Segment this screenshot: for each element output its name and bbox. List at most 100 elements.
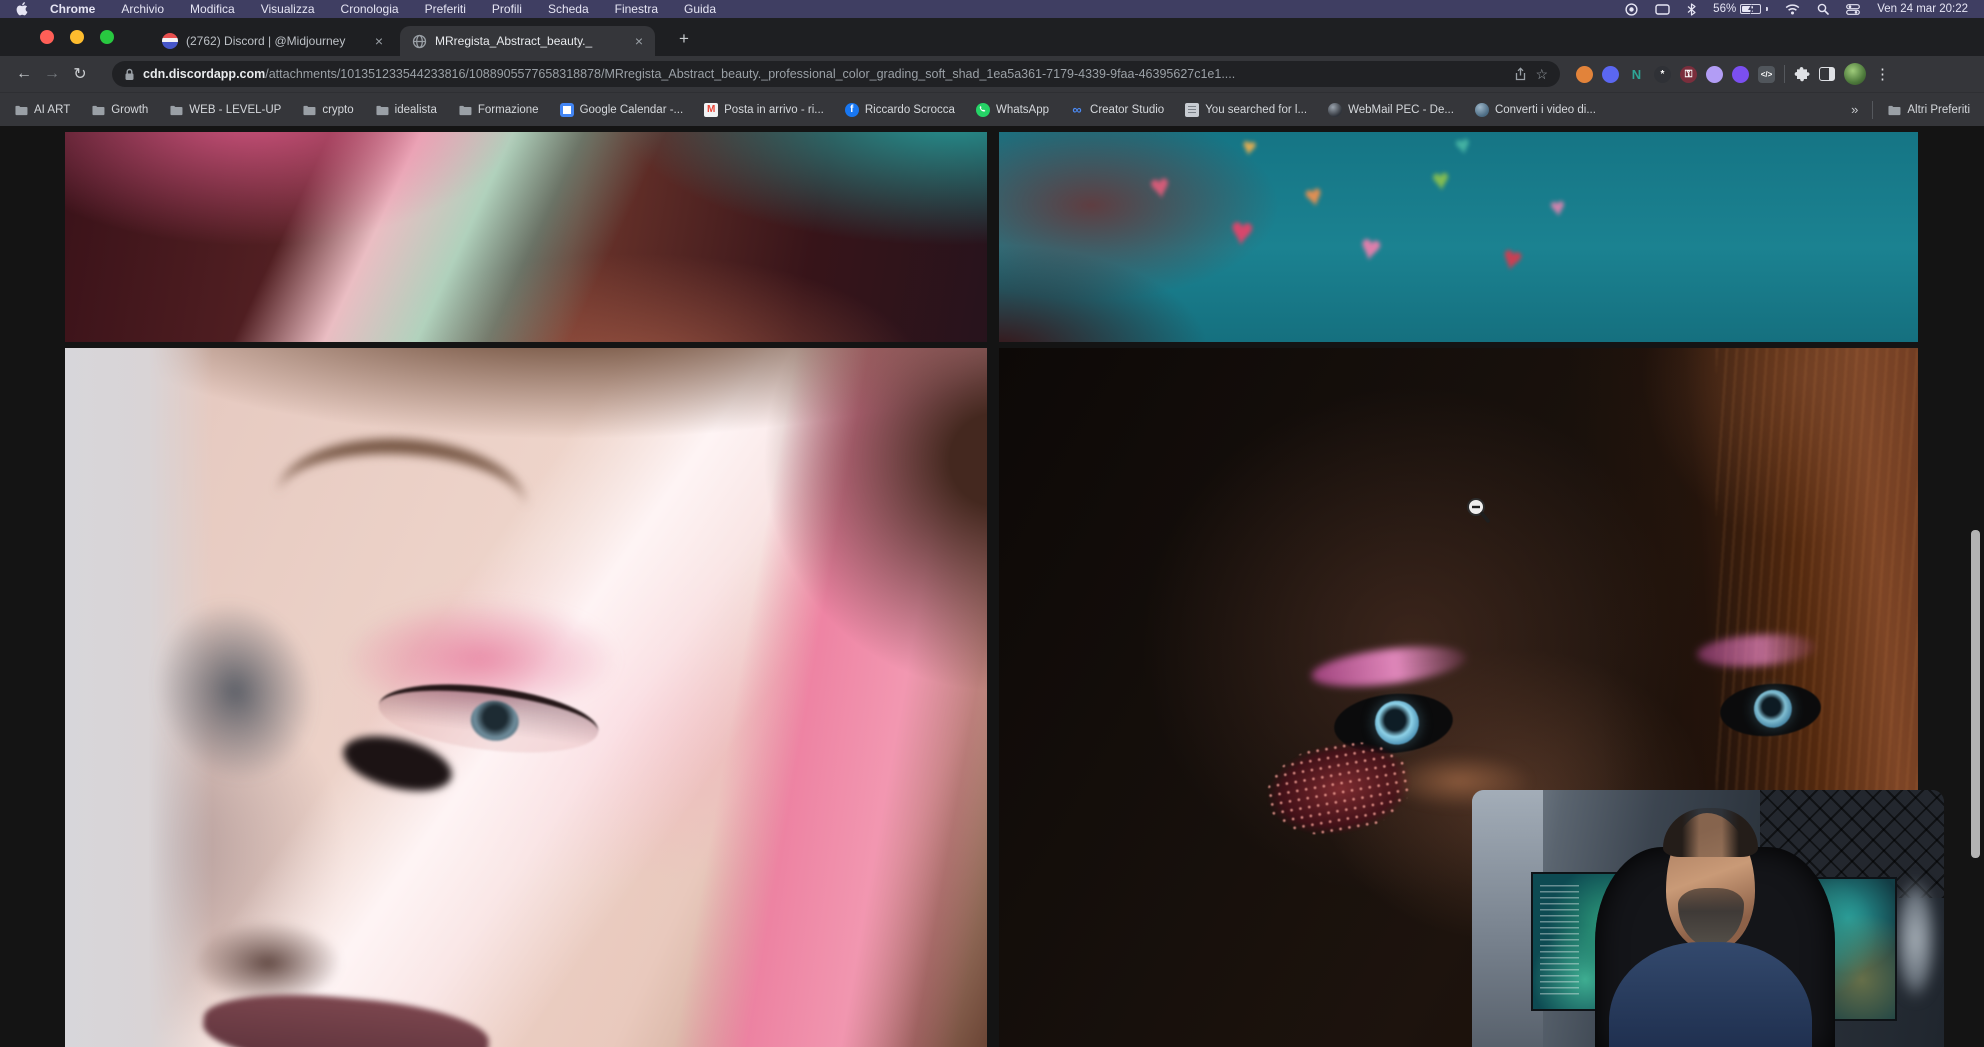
menu-modifica[interactable]: Modifica — [190, 2, 235, 16]
extension-icon-indigo[interactable] — [1602, 66, 1619, 83]
bookmark-video-converter[interactable]: Converti i video di... — [1475, 103, 1596, 117]
menu-guida[interactable]: Guida — [684, 2, 716, 16]
extension-icon-key[interactable]: ⚿ — [1680, 66, 1697, 83]
folder-icon — [14, 104, 28, 116]
close-window-button[interactable] — [40, 30, 54, 44]
url-domain: cdn.discordapp.com — [143, 67, 265, 81]
close-tab-icon[interactable] — [635, 34, 643, 48]
bookmarks-right-group: Altri Preferiti — [1851, 101, 1970, 119]
tab-discord[interactable]: (2762) Discord | @Midjourney — [150, 26, 395, 56]
url-text: cdn.discordapp.com/attachments/101351233… — [143, 67, 1506, 81]
screen-record-icon[interactable] — [1625, 3, 1638, 16]
spotlight-search-icon[interactable] — [1817, 3, 1829, 15]
new-tab-button[interactable] — [672, 27, 696, 51]
side-panel-icon[interactable] — [1819, 67, 1835, 81]
profile-avatar[interactable] — [1844, 63, 1866, 85]
menu-profili[interactable]: Profili — [492, 2, 522, 16]
folder-icon — [375, 104, 389, 116]
bookmark-folder-crypto[interactable]: crypto — [302, 104, 353, 116]
tab-title: MRregista_Abstract_beauty._ — [435, 34, 627, 48]
bookmark-webmail-pec[interactable]: WebMail PEC - De... — [1328, 103, 1454, 117]
webcam-background-light — [1894, 877, 1936, 1000]
other-bookmarks-folder[interactable]: Altri Preferiti — [1887, 104, 1970, 116]
back-button[interactable] — [10, 60, 38, 88]
heart-bokeh-icon — [1431, 165, 1451, 196]
bookmark-label: Riccardo Scrocca — [865, 104, 955, 116]
portrait-iris — [1373, 699, 1421, 747]
meta-infinity-icon: ∞ — [1070, 103, 1084, 117]
apple-menu-icon[interactable] — [16, 2, 28, 16]
bookmark-google-calendar[interactable]: Google Calendar -... — [560, 103, 684, 117]
bookmark-label: AI ART — [34, 104, 70, 116]
bookmarks-divider — [1872, 101, 1873, 119]
display-icon[interactable] — [1655, 4, 1670, 15]
bookmark-label: Formazione — [478, 104, 539, 116]
heart-bokeh-icon — [1498, 240, 1526, 278]
portrait-eye-shadow-left — [133, 580, 338, 801]
webmail-icon — [1328, 103, 1342, 117]
extension-icon-orange[interactable] — [1576, 66, 1593, 83]
menu-archivio[interactable]: Archivio — [121, 2, 164, 16]
control-center-icon[interactable] — [1846, 4, 1860, 15]
bookmark-search-result[interactable]: You searched for l... — [1185, 103, 1307, 117]
bookmark-folder-ai-art[interactable]: AI ART — [14, 104, 70, 116]
fullscreen-window-button[interactable] — [100, 30, 114, 44]
share-icon[interactable] — [1514, 67, 1527, 81]
gmail-icon: M — [704, 103, 718, 117]
bookmark-creator-studio[interactable]: ∞ Creator Studio — [1070, 103, 1164, 117]
bookmark-label: You searched for l... — [1205, 104, 1307, 116]
bookmark-label: WebMail PEC - De... — [1348, 104, 1454, 116]
extension-icon-violet[interactable] — [1732, 66, 1749, 83]
portrait-iris — [469, 698, 522, 744]
wifi-icon[interactable] — [1785, 4, 1800, 15]
heart-bokeh-icon — [1240, 135, 1257, 161]
kebab-menu-icon[interactable] — [1875, 65, 1890, 83]
bluetooth-icon[interactable] — [1687, 3, 1696, 16]
bookmark-facebook-profile[interactable]: f Riccardo Scrocca — [845, 103, 955, 117]
address-bar[interactable]: cdn.discordapp.com/attachments/101351233… — [112, 61, 1560, 87]
menu-cronologia[interactable]: Cronologia — [341, 2, 399, 16]
menu-scheda[interactable]: Scheda — [548, 2, 589, 16]
bookmark-label: WhatsApp — [996, 104, 1049, 116]
bookmark-folder-web-level-up[interactable]: WEB - LEVEL-UP — [169, 104, 281, 116]
menu-visualizza[interactable]: Visualizza — [261, 2, 315, 16]
menu-preferiti[interactable]: Preferiti — [425, 2, 466, 16]
puzzle-extensions-icon[interactable] — [1794, 66, 1810, 82]
bookmark-folder-growth[interactable]: Growth — [91, 104, 148, 116]
menu-chrome[interactable]: Chrome — [50, 2, 95, 16]
tab-image-active[interactable]: MRregista_Abstract_beauty._ — [400, 26, 655, 56]
discord-favicon-icon — [162, 33, 178, 49]
folder-icon — [169, 104, 183, 116]
menu-finestra[interactable]: Finestra — [615, 2, 658, 16]
image-quadrant-top-left[interactable] — [65, 132, 987, 342]
extension-icon-n[interactable]: N — [1628, 66, 1645, 83]
extension-icon-code[interactable]: </> — [1758, 66, 1775, 83]
portrait-magenta-eyeshadow-left — [1310, 639, 1469, 693]
bookmark-gmail-inbox[interactable]: M Posta in arrivo - ri... — [704, 103, 824, 117]
extension-icon-lavender[interactable] — [1706, 66, 1723, 83]
bookmark-whatsapp[interactable]: WhatsApp — [976, 103, 1049, 117]
vertical-scrollbar-thumb[interactable] — [1971, 530, 1980, 858]
extension-icon-dark[interactable]: * — [1654, 66, 1671, 83]
minimize-window-button[interactable] — [70, 30, 84, 44]
bookmarks-overflow-chevron[interactable] — [1851, 102, 1858, 117]
bookmark-label: WEB - LEVEL-UP — [189, 104, 281, 116]
heart-bokeh-icon — [1302, 180, 1326, 213]
menubar-clock[interactable]: Ven 24 mar 20:22 — [1877, 3, 1968, 15]
close-tab-icon[interactable] — [375, 34, 383, 48]
presenter-hair — [1663, 808, 1757, 857]
webcam-overlay — [1472, 790, 1944, 1047]
forward-button[interactable] — [38, 60, 66, 88]
bookmark-label: Growth — [111, 104, 148, 116]
globe-favicon-icon — [412, 34, 427, 49]
reload-button[interactable] — [66, 60, 94, 88]
macos-screen: Chrome Archivio Modifica Visualizza Cron… — [0, 0, 1984, 1047]
bookmark-label: Creator Studio — [1090, 104, 1164, 116]
battery-indicator[interactable]: 56% — [1713, 3, 1768, 15]
image-quadrant-top-right[interactable] — [999, 132, 1918, 342]
video-converter-icon — [1475, 103, 1489, 117]
bookmark-folder-idealista[interactable]: idealista — [375, 104, 437, 116]
bookmark-folder-formazione[interactable]: Formazione — [458, 104, 539, 116]
bookmark-star-icon[interactable] — [1535, 66, 1548, 83]
image-quadrant-bottom-left-portrait[interactable] — [65, 348, 987, 1047]
